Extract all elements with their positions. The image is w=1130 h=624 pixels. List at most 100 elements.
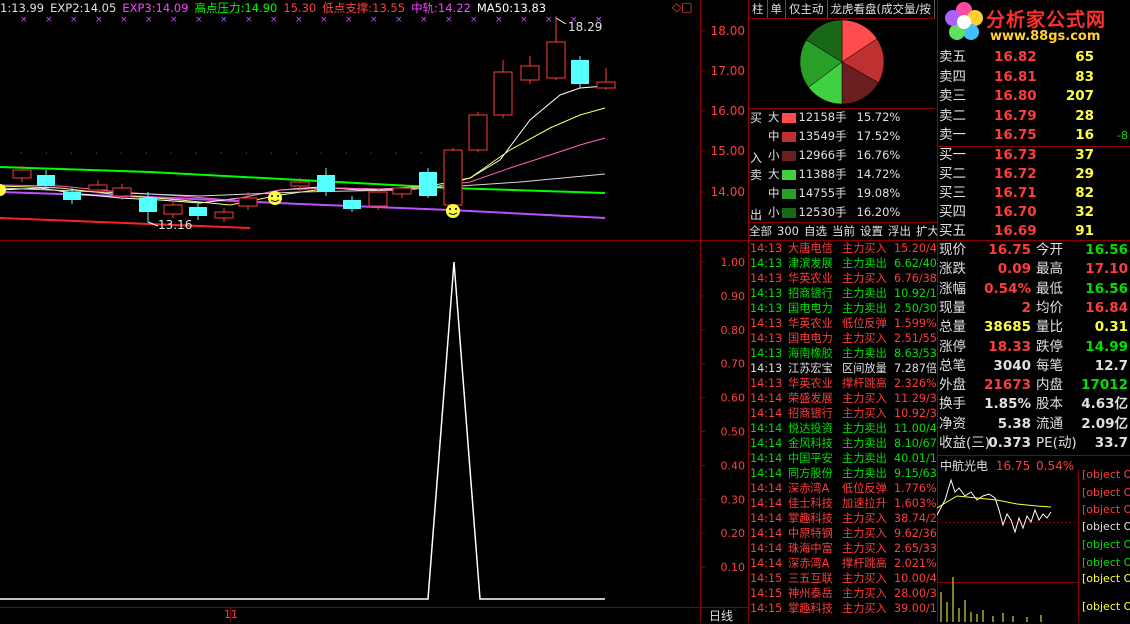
mini-intraday-chart[interactable]: [object Object] [object Object] [object Ob… [937,470,1130,622]
fund-size: 中 [768,129,780,143]
stream-row[interactable]: 14:13 华英农业 撑杆跳高 2.326% [750,376,936,391]
fund-size: 小 [768,148,780,162]
svg-text:·: · [370,149,373,158]
fund-tab[interactable]: 当前 [832,224,855,238]
fund-vol: 12966手 [798,148,847,162]
stream-row[interactable]: 14:14 珠海中富 主力买入 2.65/33 [750,541,936,556]
svg-text:·: · [45,149,48,158]
stream-row[interactable]: 14:14 佳士科技 加速拉升 1.603% [750,496,936,511]
fund-row: 大 12158手 15.72% [768,108,900,127]
bid-row[interactable]: 买一 16.73 37 [938,146,1130,165]
pie-slices [799,19,885,105]
stream-row[interactable]: 14:14 深赤湾A 低位反弹 1.776% [750,481,936,496]
stream-row[interactable]: 14:14 悦达投资 主力卖出 11.00/4 [750,421,936,436]
stream-row[interactable]: 14:13 华英农业 主力买入 6.76/38 [750,271,936,286]
fund-tab[interactable]: 自选 [804,224,827,238]
bid-row[interactable]: 买四 16.70 32 [938,203,1130,222]
fund-row: 中 13549手 17.52% [768,127,900,146]
fund-size: 大 [768,167,780,181]
fund-row: 小 12966手 16.76% [768,146,900,165]
fund-pct: 14.72% [856,167,901,181]
fund-pct: 16.76% [856,148,901,162]
bid-row[interactable]: 买三 16.71 82 [938,184,1130,203]
stream-row[interactable]: 14:14 中国平安 主力卖出 40.01/1 [750,451,936,466]
stream-row[interactable]: 14:14 深赤湾A 撑杆跳高 2.021% [750,556,936,571]
svg-text:·: · [445,149,448,158]
logo-url: www.88gs.com [990,29,1101,44]
sell-side-label: 卖出 [750,168,763,222]
fund-size: 大 [768,110,780,124]
kline-chart[interactable]: 18.00 17.00 16.00 15.00 14.00 1.00 0.90 0.80 0.… [0,0,750,622]
price-tick-label: 17.00 [711,64,745,78]
ask-row[interactable]: 卖四 16.81 83 [938,68,1130,87]
x-axis-label: 11 [224,608,238,621]
svg-text:×: × [395,15,403,25]
stream-row[interactable]: 14:13 海南橡胶 主力卖出 8.63/53 [750,346,936,361]
ask-row[interactable]: 卖一 16.75 16 -8 [938,126,1130,145]
fund-vol: 14755手 [798,186,847,200]
stream-row[interactable]: 14:13 津滨发展 主力卖出 6.62/40 [750,256,936,271]
stream-row[interactable]: 14:13 华英农业 低位反弹 1.599% [750,316,936,331]
vol-tick-label: 0.80 [721,324,746,337]
stream-row[interactable]: 14:15 三五互联 主力买入 10.00/4 [750,571,936,586]
svg-text:×: × [220,15,228,25]
quote-row: 收益(三) 0.373 PE(动) 33.7 [939,435,1128,451]
stream-row[interactable]: 14:14 同方股份 主力卖出 9.15/63 [750,466,936,481]
svg-text:·: · [295,149,298,158]
stream-row[interactable]: 14:14 掌趣科技 主力买入 38.74/2 [750,511,936,526]
ask-row[interactable]: 卖二 16.79 28 [938,107,1130,126]
quote-row: 涨停 18.33 跌停 14.99 [939,338,1128,355]
panel-tab[interactable]: 单 [768,0,786,18]
quote-row: 现价 16.75 今开 16.56 [939,242,1128,258]
panel-tab[interactable]: 龙虎看盘(成交量/按 [828,0,935,18]
panel-tab[interactable]: 柱 [749,0,768,18]
stream-row[interactable]: 14:15 神州泰岳 主力买入 28.00/3 [750,586,936,601]
fund-swatch [781,169,796,180]
svg-text:·: · [420,149,423,158]
period-label[interactable]: 日线 [709,607,733,624]
stream-row[interactable]: 14:14 招商银行 主力买入 10.92/3 [750,406,936,421]
stream-row[interactable]: 14:13 江苏宏宝 区间放量 7.287倍 [750,361,936,376]
svg-text:·: · [95,149,98,158]
panel-tab[interactable]: 仅主动 [786,0,828,18]
fund-tab[interactable]: 浮出 [888,224,911,238]
fund-size: 小 [768,205,780,219]
fund-tab[interactable]: 全部 [749,224,772,238]
svg-text:·: · [395,149,398,158]
svg-text:×: × [270,15,278,25]
stream-row[interactable]: 14:13 大唐电信 主力买入 15.20/4 [750,241,936,256]
stream-row[interactable]: 14:15 掌趣科技 主力买入 39.00/1 [750,601,936,616]
bid-row[interactable]: 买二 16.72 29 [938,165,1130,184]
fund-tab[interactable]: 设置 [860,224,883,238]
mini-y-label: [object Object] [1082,538,1130,551]
fund-pct: 15.72% [856,110,901,124]
svg-text:×: × [120,15,128,25]
svg-text:×: × [520,15,528,25]
ask-row[interactable]: 卖三 16.80 207 [938,87,1130,106]
svg-text:·: · [195,149,198,158]
svg-text:·: · [120,149,123,158]
high-pointer [555,17,567,25]
vol-tick-label: 0.50 [721,426,746,439]
mini-y-labels: [object Object] [object Object] [object Ob… [1082,470,1130,613]
stream-row[interactable]: 14:14 中原特钢 主力买入 9.62/36 [750,526,936,541]
mini-y-label: [object Object] [1082,572,1130,585]
stream-row[interactable]: 14:13 招商银行 主力卖出 10.92/1 [750,286,936,301]
fund-tab[interactable]: 300 [777,224,799,238]
stream-row[interactable]: 14:14 金风科技 主力卖出 8.10/67 [750,436,936,451]
stream-row[interactable]: 14:13 国电电力 主力卖出 2.50/30 [750,301,936,316]
quote-row: 现量 2 均价 16.84 [939,299,1128,316]
svg-text:×: × [295,15,303,25]
fund-pct: 19.08% [856,186,901,200]
svg-text:·: · [20,149,23,158]
fund-tab[interactable]: 扩大 [916,224,937,238]
svg-text:×: × [345,15,353,25]
quote-row: 换手 1.85% 股本 4.63亿 [939,396,1128,413]
bid-row[interactable]: 买五 16.69 91 [938,222,1130,241]
ask-row[interactable]: 卖五 16.82 65 [938,48,1130,67]
stream-row[interactable]: 14:14 荣盛发展 主力买入 11.29/3 [750,391,936,406]
vol-tick-label: 0.30 [721,493,746,506]
stream-row[interactable]: 14:13 国电电力 主力买入 2.51/55 [750,331,936,346]
svg-text:×: × [420,15,428,25]
mini-y-label: [object Object] [1082,556,1130,569]
